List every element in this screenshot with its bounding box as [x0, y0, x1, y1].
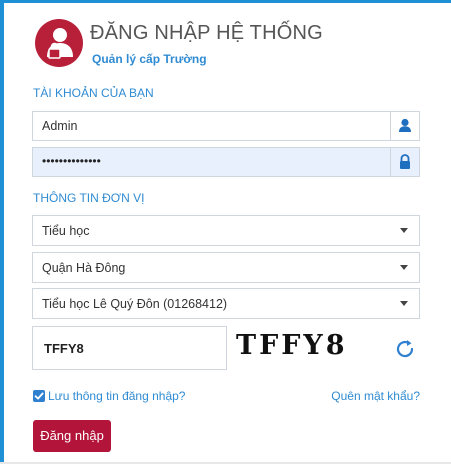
school-selected: Tiểu học Lê Quý Đôn (01268412) — [42, 297, 228, 311]
lock-icon — [390, 148, 419, 176]
chevron-down-icon — [400, 265, 408, 270]
username-field[interactable]: Admin — [32, 111, 420, 141]
school-select[interactable]: Tiểu học Lê Quý Đôn (01268412) — [32, 288, 420, 319]
chevron-down-icon — [400, 228, 408, 233]
remember-label[interactable]: Lưu thông tin đăng nhập? — [48, 389, 185, 403]
district-select[interactable]: Quận Hà Đông — [32, 252, 420, 283]
level-select[interactable]: Tiểu học — [32, 215, 420, 246]
captcha-input-value: TFFY8 — [44, 341, 84, 356]
window-top-border — [0, 0, 451, 3]
chevron-down-icon — [400, 301, 408, 306]
login-button[interactable]: Đăng nhập — [33, 420, 111, 452]
level-selected: Tiểu học — [42, 224, 90, 238]
username-value: Admin — [42, 119, 78, 133]
captcha-image-text: TFFY8 — [236, 330, 348, 361]
captcha-image: TFFY8 — [236, 330, 386, 368]
user-lock-icon — [35, 19, 83, 67]
remember-checkbox[interactable] — [33, 390, 45, 402]
page-subtitle: Quản lý cấp Trường — [92, 52, 207, 66]
password-value: •••••••••••••• — [42, 154, 101, 168]
account-section-label: TÀI KHOẢN CỦA BẠN — [33, 86, 154, 100]
window-left-border — [0, 0, 4, 464]
forgot-password-link[interactable]: Quên mật khẩu? — [331, 389, 420, 403]
captcha-input[interactable]: TFFY8 — [32, 326, 227, 370]
password-field[interactable]: •••••••••••••• — [32, 147, 420, 177]
page-title: ĐĂNG NHẬP HỆ THỐNG — [90, 22, 323, 44]
unit-section-label: THÔNG TIN ĐƠN VỊ — [33, 191, 145, 205]
refresh-icon[interactable] — [392, 336, 418, 362]
district-selected: Quận Hà Đông — [42, 261, 126, 275]
user-icon — [390, 112, 419, 140]
